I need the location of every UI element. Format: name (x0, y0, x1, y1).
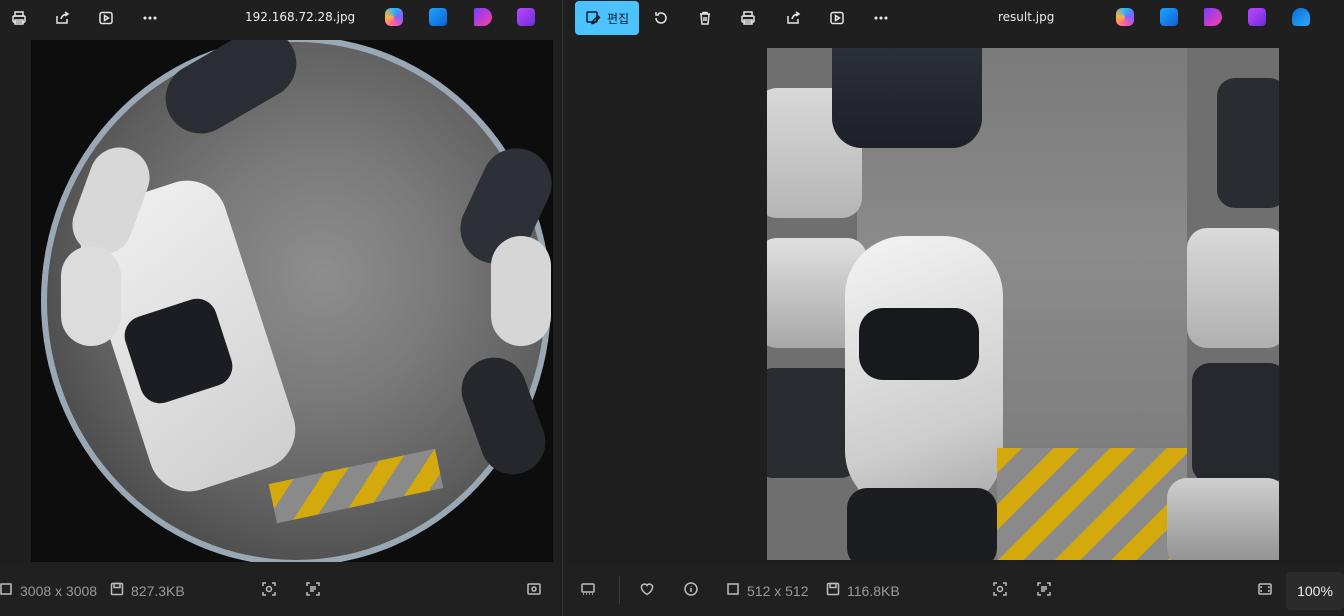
edit-icon (586, 11, 601, 25)
info-icon[interactable] (678, 577, 704, 603)
zoom-level-button[interactable]: 100% (1286, 572, 1344, 610)
edit-button[interactable]: 편집 (575, 1, 640, 35)
clipchamp-icon[interactable] (474, 8, 492, 26)
parking-stripe (268, 448, 444, 524)
white-car (61, 246, 121, 346)
save-icon (109, 581, 125, 600)
result-photo (767, 48, 1279, 560)
designer-icon[interactable] (1160, 8, 1178, 26)
photos-icon[interactable] (517, 8, 535, 26)
slideshow-icon[interactable] (820, 1, 854, 35)
left-toolbar: 192.168.72.28.jpg (0, 0, 560, 36)
divider (619, 576, 620, 604)
delete-icon[interactable] (688, 1, 722, 35)
dark-car (832, 48, 982, 148)
dark-car (767, 368, 857, 478)
dark-car (1192, 363, 1279, 483)
parking-lot-fisheye-image (41, 40, 553, 562)
white-car (491, 236, 551, 346)
file-title: 192.168.72.28.jpg (245, 10, 356, 24)
favorite-icon[interactable] (634, 577, 660, 603)
file-title: result.jpg (998, 10, 1055, 24)
dimensions-icon (725, 581, 741, 600)
dark-car (1217, 78, 1279, 208)
copilot-icon[interactable] (1116, 8, 1134, 26)
onedrive-icon[interactable] (1292, 8, 1310, 26)
image-dimensions: 512 x 512 (747, 582, 809, 599)
visual-search-icon[interactable] (256, 577, 282, 603)
more-icon[interactable] (133, 1, 167, 35)
white-car (1187, 228, 1279, 348)
fit-window-icon[interactable] (1252, 577, 1278, 603)
edit-label: 편집 (607, 11, 630, 26)
fisheye-photo (31, 40, 553, 562)
dimensions: 512 x 512 (725, 581, 809, 600)
copilot-icon[interactable] (385, 8, 403, 26)
dimensions: 3008 x 3008 (0, 581, 97, 600)
dark-car (847, 488, 997, 560)
designer-icon[interactable] (429, 8, 447, 26)
zoom-level: 100% (1297, 583, 1333, 599)
right-toolbar: 편집 result.jpg (563, 0, 1344, 36)
fit-window-icon[interactable] (521, 577, 547, 603)
file-size: 827.3KB (109, 581, 185, 600)
filmstrip-icon[interactable] (575, 577, 601, 603)
clipchamp-icon[interactable] (1204, 8, 1222, 26)
text-extract-icon[interactable] (1031, 577, 1057, 603)
slideshow-icon[interactable] (89, 1, 123, 35)
right-status-bar: 512 x 512 116.8KB 100% (563, 564, 1344, 616)
share-icon[interactable] (776, 1, 810, 35)
windshield (859, 308, 979, 380)
dark-car (452, 348, 553, 484)
image-file-size: 827.3KB (131, 582, 185, 599)
save-icon (825, 581, 841, 600)
print-icon[interactable] (2, 1, 36, 35)
share-icon[interactable] (45, 1, 79, 35)
parking-stripe (997, 448, 1187, 560)
left-photo-window: 192.168.72.28.jpg 3008 x 3008 827.3KB (0, 0, 560, 616)
dimensions-icon (0, 581, 14, 600)
image-file-size: 116.8KB (847, 582, 900, 599)
right-photo-window: 편집 result.jpg 512 x 512 116.8KB 100% (562, 0, 1344, 616)
more-icon[interactable] (864, 1, 898, 35)
white-car (1167, 478, 1279, 560)
rotate-icon[interactable] (644, 1, 678, 35)
left-status-bar: 3008 x 3008 827.3KB (0, 564, 560, 616)
image-dimensions: 3008 x 3008 (20, 582, 98, 599)
print-icon[interactable] (731, 1, 765, 35)
dark-car (152, 40, 310, 147)
visual-search-icon[interactable] (987, 577, 1013, 603)
file-size: 116.8KB (825, 581, 900, 600)
text-extract-icon[interactable] (300, 577, 326, 603)
photos-icon[interactable] (1248, 8, 1266, 26)
